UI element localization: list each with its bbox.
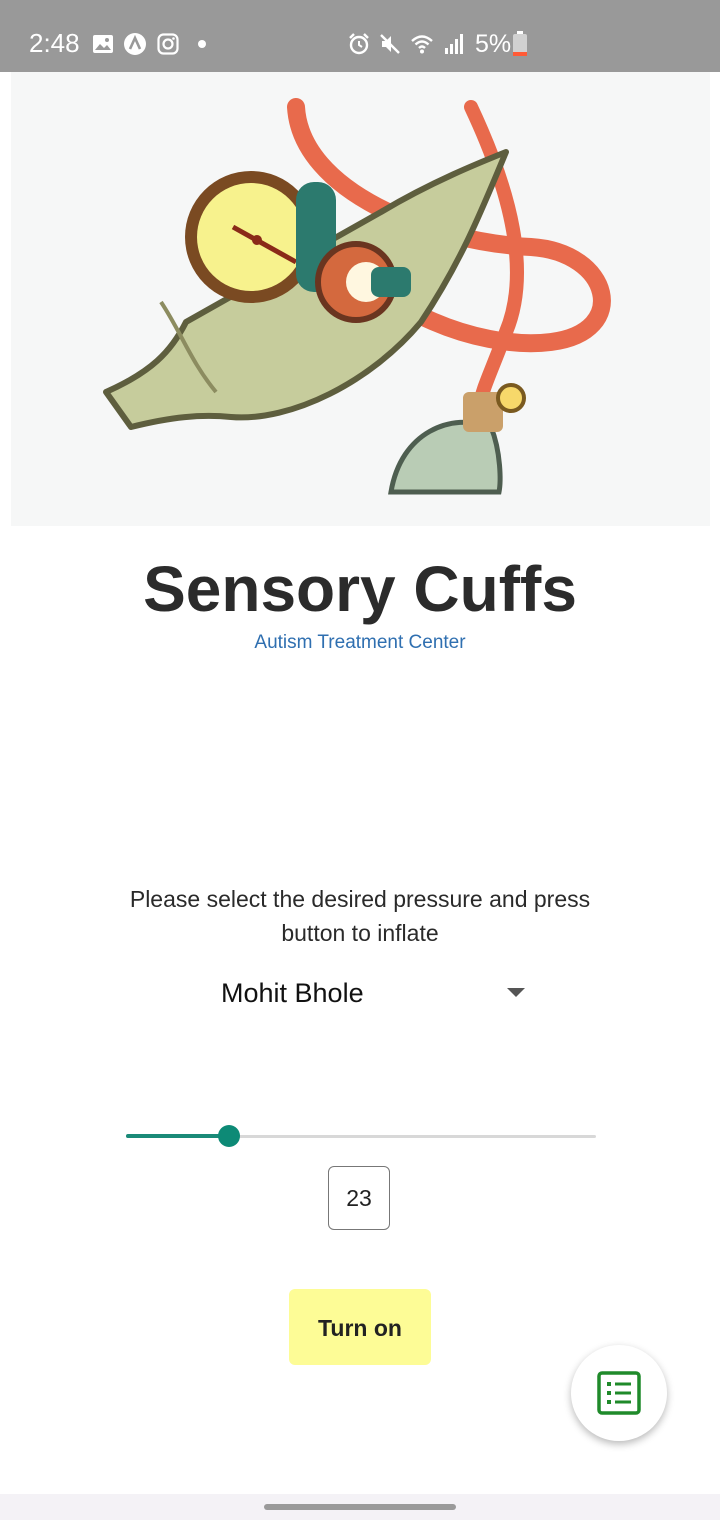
hero-image	[11, 72, 710, 526]
turn-on-button[interactable]: Turn on	[289, 1289, 431, 1365]
page-subtitle: Autism Treatment Center	[254, 632, 466, 653]
dot-icon	[198, 40, 206, 48]
status-time: 2:48	[29, 28, 80, 58]
user-dropdown[interactable]: Mohit Bhole	[210, 970, 540, 1018]
page-title: Sensory Cuffs	[143, 553, 577, 625]
home-handle[interactable]	[264, 1504, 456, 1510]
list-fab-button[interactable]	[571, 1345, 667, 1441]
app-screen: 2:48 5% Sensory Cuffs Autism Treatment C…	[0, 0, 720, 1520]
pressure-value: 23	[328, 1166, 390, 1230]
pressure-slider[interactable]	[126, 1116, 596, 1156]
battery-icon	[513, 31, 527, 56]
image-icon	[93, 35, 113, 53]
blood-pressure-cuff-illustration	[103, 98, 611, 495]
slider-thumb[interactable]	[218, 1125, 240, 1147]
wifi-icon	[411, 35, 433, 54]
app-a-icon	[124, 33, 146, 55]
slider-fill	[126, 1134, 229, 1138]
status-bar: 2:48 5%	[0, 0, 720, 72]
alarm-icon	[349, 33, 369, 55]
signal-icon	[445, 34, 463, 54]
user-dropdown-value: Mohit Bhole	[221, 978, 364, 1008]
instructions-text: Please select the desired pressure and p…	[129, 886, 591, 946]
instagram-icon	[157, 33, 179, 55]
list-icon	[597, 1371, 641, 1415]
battery-percent: 5%	[475, 30, 512, 58]
mute-icon	[380, 34, 400, 54]
navigation-bar	[0, 1494, 720, 1520]
chevron-down-icon	[507, 988, 525, 997]
